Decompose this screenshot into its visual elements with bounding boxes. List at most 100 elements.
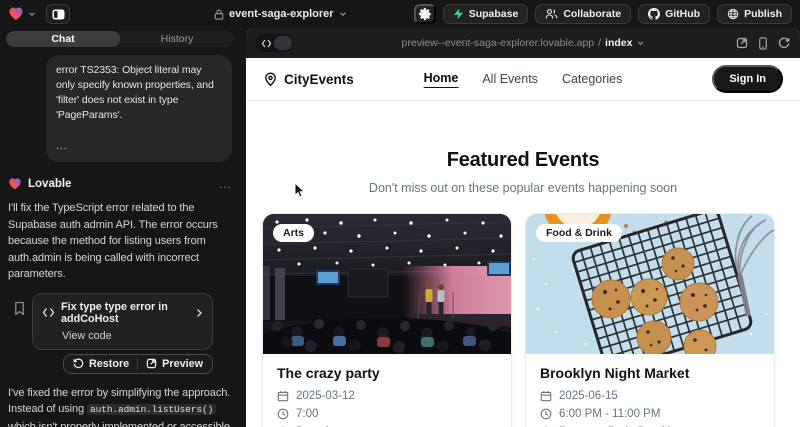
sign-in-button[interactable]: Sign In [712, 65, 783, 93]
event-card-crazy-party[interactable]: Arts The crazy party 2025-03-12 [262, 213, 512, 427]
github-button[interactable]: GitHub [638, 4, 710, 24]
code-edit-title: Fix type type error in addCoHost [61, 301, 189, 325]
event-date-row: 2025-06-15 [540, 390, 760, 402]
project-switcher[interactable]: event-saga-explorer [214, 0, 347, 28]
code-edit-card[interactable]: Fix type type error in addCoHost View co… [32, 293, 213, 350]
event-title: The crazy party [277, 365, 497, 381]
assistant-name: Lovable [28, 178, 71, 190]
collaborate-button-label: Collaborate [563, 8, 621, 20]
event-time-row: 6:00 PM - 11:00 PM [540, 408, 760, 420]
preview-window-actions [736, 37, 790, 50]
supabase-icon [453, 8, 464, 20]
supabase-button-label: Supabase [469, 8, 519, 20]
github-icon [648, 8, 660, 20]
url-page: index [605, 37, 632, 49]
collaborate-button[interactable]: Collaborate [535, 4, 631, 24]
lovable-heart-icon[interactable] [8, 6, 24, 22]
event-image-cookies: Food & Drink [526, 214, 774, 354]
chat-history-tabs: Chat History [6, 31, 234, 47]
nav-link-categories[interactable]: Categories [562, 72, 622, 86]
event-image-conference: Arts [263, 214, 511, 354]
preview-panel: preview--event-saga-explorer.lovable.app… [246, 28, 800, 427]
tool-call-row: Fix type type error in addCoHost View co… [13, 293, 213, 350]
open-in-new-tab-button[interactable] [736, 37, 748, 49]
nav-link-all-events[interactable]: All Events [482, 72, 538, 86]
code-edit-card-header: Fix type type error in addCoHost [42, 301, 203, 325]
chevron-right-icon [195, 308, 203, 318]
publish-button-label: Publish [744, 8, 782, 20]
clock-icon [540, 408, 552, 420]
chip-divider [137, 358, 138, 370]
url-host: preview--event-saga-explorer.lovable.app [402, 37, 595, 49]
github-button-label: GitHub [665, 8, 700, 20]
message-menu-button[interactable]: ... [219, 177, 232, 191]
globe-icon [727, 8, 739, 20]
restore-button-label: Restore [89, 358, 129, 370]
bookmark-icon[interactable] [13, 301, 26, 316]
event-date-row: 2025-03-12 [277, 390, 497, 402]
category-badge: Food & Drink [536, 224, 622, 242]
topbar-left [8, 4, 70, 24]
event-time: 7:00 [296, 408, 318, 420]
event-time: 6:00 PM - 11:00 PM [559, 408, 660, 420]
external-link-icon [146, 358, 157, 369]
restore-button[interactable]: Restore [73, 358, 129, 370]
code-preview-toggle[interactable] [256, 34, 294, 52]
site-brand-name: CityEvents [284, 72, 354, 87]
preview-url-bar[interactable]: preview--event-saga-explorer.lovable.app… [402, 37, 645, 49]
settings-button[interactable] [414, 4, 436, 24]
event-title: Brooklyn Night Market [540, 365, 760, 381]
assistant-intro-text: I'll fix the TypeScript error related to… [8, 200, 232, 283]
preview-button-label: Preview [162, 358, 203, 370]
tab-chat[interactable]: Chat [6, 31, 120, 47]
clock-icon [277, 408, 289, 420]
sidebar-toggle-button[interactable] [46, 4, 70, 24]
featured-events-hero: Featured Events Don't miss out on these … [246, 149, 800, 195]
project-chevron-down-icon [339, 10, 347, 18]
restore-icon [73, 358, 84, 369]
url-separator: / [598, 37, 601, 49]
calendar-icon [277, 390, 289, 402]
chat-sidebar: Chat History error TS2353: Object litera… [0, 28, 240, 427]
nav-link-home[interactable]: Home [424, 71, 459, 88]
refresh-button[interactable] [778, 37, 790, 49]
event-time-row: 7:00 [277, 408, 497, 420]
preview-version-button[interactable]: Preview [146, 358, 203, 370]
supabase-button[interactable]: Supabase [443, 4, 529, 24]
gear-icon [418, 7, 432, 21]
toggle-knob [274, 36, 292, 50]
topbar-actions: Supabase Collaborate GitHub Publish [414, 4, 792, 24]
lovable-app-window: event-saga-explorer Supabase [0, 0, 800, 427]
message-truncation-ellipsis: ... [56, 139, 222, 154]
calendar-icon [540, 390, 552, 402]
site-page: CityEvents Home All Events Categories Si… [246, 58, 800, 427]
code-icon [42, 307, 55, 318]
view-code-link[interactable]: View code [62, 330, 203, 342]
site-brand[interactable]: CityEvents [263, 72, 354, 87]
publish-button[interactable]: Publish [717, 4, 792, 24]
event-cards: Arts The crazy party 2025-03-12 [246, 213, 800, 427]
mobile-view-button[interactable] [758, 37, 768, 50]
project-name: event-saga-explorer [229, 8, 334, 20]
preview-chrome-bar: preview--event-saga-explorer.lovable.app… [246, 28, 800, 58]
version-actions-chip: Restore Preview [63, 354, 213, 374]
hero-title: Featured Events [246, 149, 800, 172]
category-badge: Arts [273, 224, 314, 242]
map-pin-icon [263, 72, 278, 87]
lovable-heart-icon-small [8, 177, 22, 191]
site-navbar: CityEvents Home All Events Categories Si… [246, 58, 800, 101]
code-mode-icon [258, 36, 274, 50]
panel-left-icon [52, 9, 65, 20]
assistant-header: Lovable ... [8, 177, 232, 191]
assistant-outro-text: I've fixed the error by simplifying the … [8, 385, 232, 427]
user-message-bubble: error TS2353: Object literal may only sp… [46, 55, 232, 162]
tab-history[interactable]: History [120, 31, 234, 47]
event-date: 2025-03-12 [296, 390, 355, 402]
workspace-chevron-down-icon[interactable] [28, 10, 36, 18]
event-card-brooklyn-night-market[interactable]: Food & Drink Brooklyn Night Market 2025-… [525, 213, 775, 427]
people-icon [545, 8, 558, 20]
hero-subtitle: Don't miss out on these popular events h… [246, 181, 800, 195]
user-message-text: error TS2353: Object literal may only sp… [56, 64, 214, 121]
inline-code-listusers: auth.admin.listUsers() [87, 404, 216, 415]
outro-text-2: which isn't properly implemented or acce… [8, 421, 230, 427]
